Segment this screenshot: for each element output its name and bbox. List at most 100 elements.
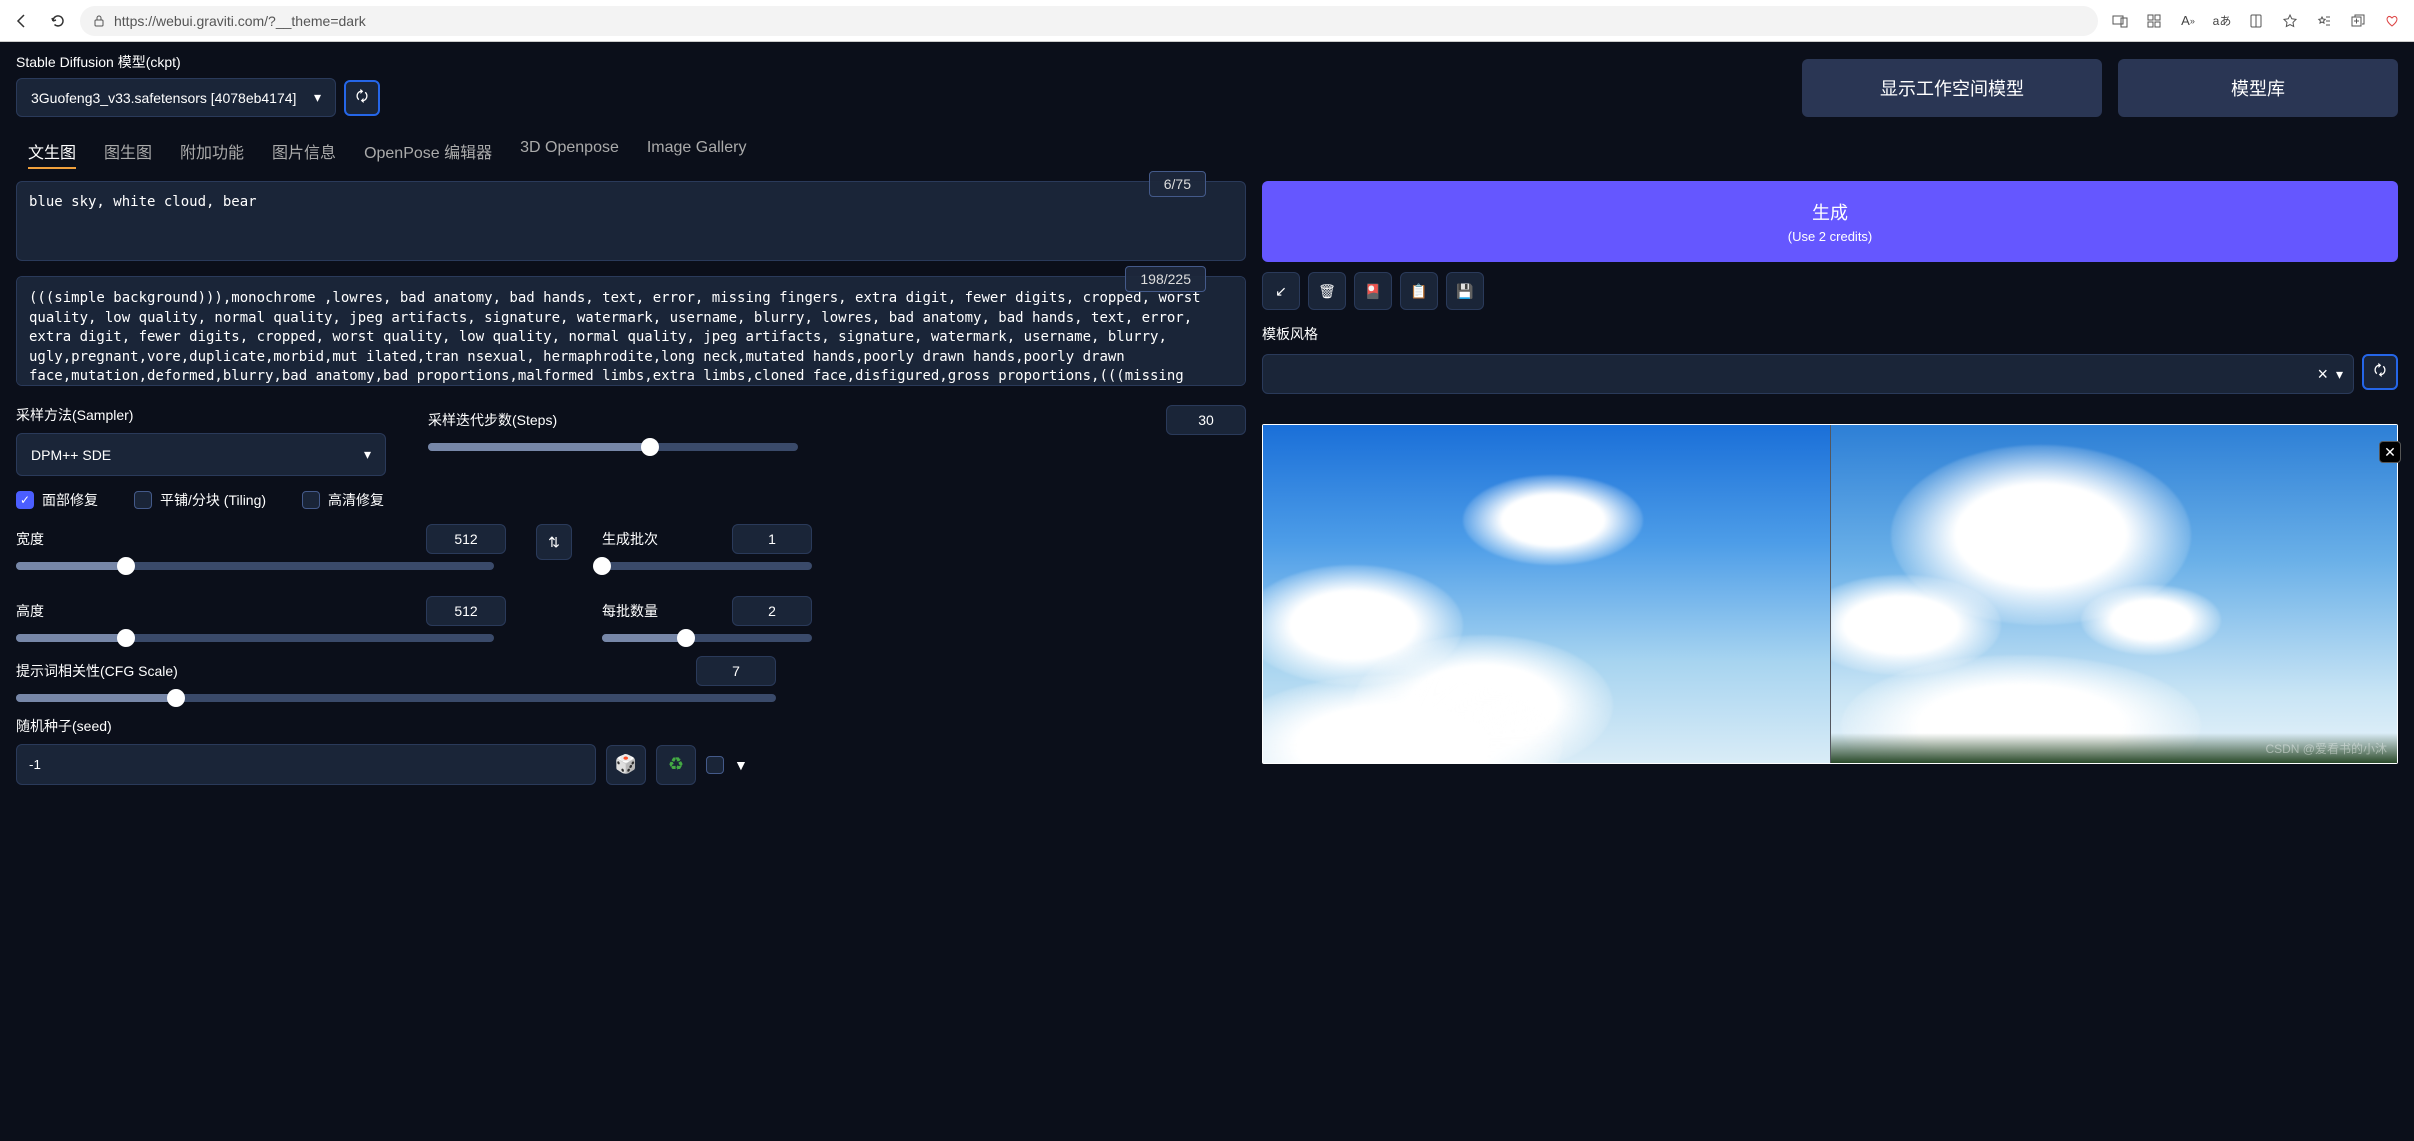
steps-slider[interactable] [428,443,798,451]
watermark-text: CSDN @爱看书的小沐 [2265,740,2387,757]
batch-size-value[interactable]: 2 [732,596,812,626]
tiling-label: 平铺/分块 (Tiling) [160,490,266,510]
tiling-checkbox[interactable]: 平铺/分块 (Tiling) [134,490,266,510]
cfg-value[interactable]: 7 [696,656,776,686]
model-select[interactable]: 3Guofeng3_v33.safetensors [4078eb4174] ▾ [16,78,336,117]
show-workspace-models-button[interactable]: 显示工作空间模型 [1802,59,2102,117]
height-slider[interactable] [16,634,494,642]
paste-button[interactable]: 📋 [1400,272,1438,310]
output-image-2[interactable]: CSDN @爱看书的小沐 [1831,425,2398,763]
url-text: https://webui.graviti.com/?__theme=dark [114,13,366,29]
style-select[interactable]: × ▾ [1262,354,2354,394]
swap-icon: ⇅ [548,534,560,551]
checkbox-icon [134,491,152,509]
dice-icon: 🎲 [615,754,637,775]
save-style-button[interactable]: 💾 [1446,272,1484,310]
negative-prompt-input[interactable] [16,276,1246,386]
reader-icon[interactable] [2242,7,2270,35]
arrow-icon: ↙ [1275,283,1287,300]
chevron-down-icon: ▾ [2336,366,2343,383]
clear-style-button[interactable]: × [2317,364,2328,385]
card-icon: 🎴 [1364,283,1381,300]
reuse-seed-button[interactable]: ♻ [656,745,696,785]
save-icon: 💾 [1456,283,1473,300]
swap-dimensions-button[interactable]: ⇅ [536,524,572,560]
generate-sub: (Use 2 credits) [1788,229,1873,244]
refresh-button[interactable] [44,7,72,35]
checkbox-icon [302,491,320,509]
chevron-down-icon: ▾ [314,89,321,106]
tab-3d-openpose[interactable]: 3D Openpose [520,135,619,169]
refresh-icon: 🗘 [2374,360,2387,384]
reload-model-button[interactable]: 🗘 [344,80,380,116]
steps-value[interactable]: 30 [1166,405,1246,435]
text-size-icon[interactable]: A» [2174,7,2202,35]
hires-checkbox[interactable]: 高清修复 [302,490,384,510]
output-gallery[interactable]: ✕ CSDN @爱看书的小沐 [1262,424,2398,764]
favorite-icon[interactable] [2276,7,2304,35]
tab-txt2img[interactable]: 文生图 [28,135,76,169]
height-value[interactable]: 512 [426,596,506,626]
positive-prompt-counter: 6/75 [1149,171,1206,197]
extra-seed-checkbox[interactable] [706,756,724,774]
main-tabs: 文生图 图生图 附加功能 图片信息 OpenPose 编辑器 3D Openpo… [16,127,2398,181]
model-label: Stable Diffusion 模型(ckpt) [16,52,380,72]
height-label: 高度 [16,601,44,621]
address-bar[interactable]: https://webui.graviti.com/?__theme=dark [80,6,2098,36]
tab-image-gallery[interactable]: Image Gallery [647,135,747,169]
output-image-1[interactable] [1263,425,1831,763]
back-button[interactable] [8,7,36,35]
batch-count-value[interactable]: 1 [732,524,812,554]
checkbox-checked-icon: ✓ [16,491,34,509]
apply-style-button[interactable]: 🗘 [2362,354,2398,390]
batch-count-label: 生成批次 [602,529,658,549]
batch-count-slider[interactable] [602,562,812,570]
model-library-button[interactable]: 模型库 [2118,59,2398,117]
lock-icon [92,14,106,28]
tab-img2img[interactable]: 图生图 [104,135,152,169]
random-seed-button[interactable]: 🎲 [606,745,646,785]
responsive-icon[interactable] [2106,7,2134,35]
generate-button[interactable]: 生成 (Use 2 credits) [1262,181,2398,262]
cfg-slider[interactable] [16,694,776,702]
tab-png-info[interactable]: 图片信息 [272,135,336,169]
positive-prompt-input[interactable] [16,181,1246,261]
grid-icon[interactable] [2140,7,2168,35]
clear-prompt-button[interactable]: 🗑 [1308,272,1346,310]
sampler-label: 采样方法(Sampler) [16,405,398,425]
tab-extras[interactable]: 附加功能 [180,135,244,169]
favorites-bar-icon[interactable] [2310,7,2338,35]
clipboard-icon: 📋 [1410,283,1427,300]
refresh-icon: 🗘 [356,86,369,110]
checkbox-icon [706,756,724,774]
translate-icon[interactable]: aあ [2208,7,2236,35]
close-gallery-button[interactable]: ✕ [2379,441,2401,463]
model-select-value: 3Guofeng3_v33.safetensors [4078eb4174] [31,90,296,106]
collections-icon[interactable] [2344,7,2372,35]
face-restore-label: 面部修复 [42,490,98,510]
trash-icon: 🗑 [1318,283,1336,300]
seed-label: 随机种子(seed) [16,716,1246,736]
tab-openpose-editor[interactable]: OpenPose 编辑器 [364,135,492,169]
app-root: Stable Diffusion 模型(ckpt) 3Guofeng3_v33.… [0,42,2414,795]
dropdown-icon[interactable]: ▼ [734,757,748,773]
chevron-down-icon: ▾ [364,446,371,463]
width-slider[interactable] [16,562,494,570]
header-row: Stable Diffusion 模型(ckpt) 3Guofeng3_v33.… [16,52,2398,117]
browser-toolbar: https://webui.graviti.com/?__theme=dark … [0,0,2414,42]
tool-row: ↙ 🗑 🎴 📋 💾 [1262,272,2398,310]
batch-size-slider[interactable] [602,634,812,642]
heart-icon[interactable] [2378,7,2406,35]
sampler-select[interactable]: DPM++ SDE ▾ [16,433,386,476]
style-label: 模板风格 [1262,324,2398,344]
browser-right-icons: A» aあ [2106,7,2406,35]
read-params-button[interactable]: ↙ [1262,272,1300,310]
extra-networks-button[interactable]: 🎴 [1354,272,1392,310]
hires-label: 高清修复 [328,490,384,510]
seed-input[interactable] [16,744,596,785]
width-value[interactable]: 512 [426,524,506,554]
face-restore-checkbox[interactable]: ✓ 面部修复 [16,490,98,510]
sampler-value: DPM++ SDE [31,447,111,463]
close-icon: ✕ [2384,444,2396,461]
cfg-label: 提示词相关性(CFG Scale) [16,661,178,681]
